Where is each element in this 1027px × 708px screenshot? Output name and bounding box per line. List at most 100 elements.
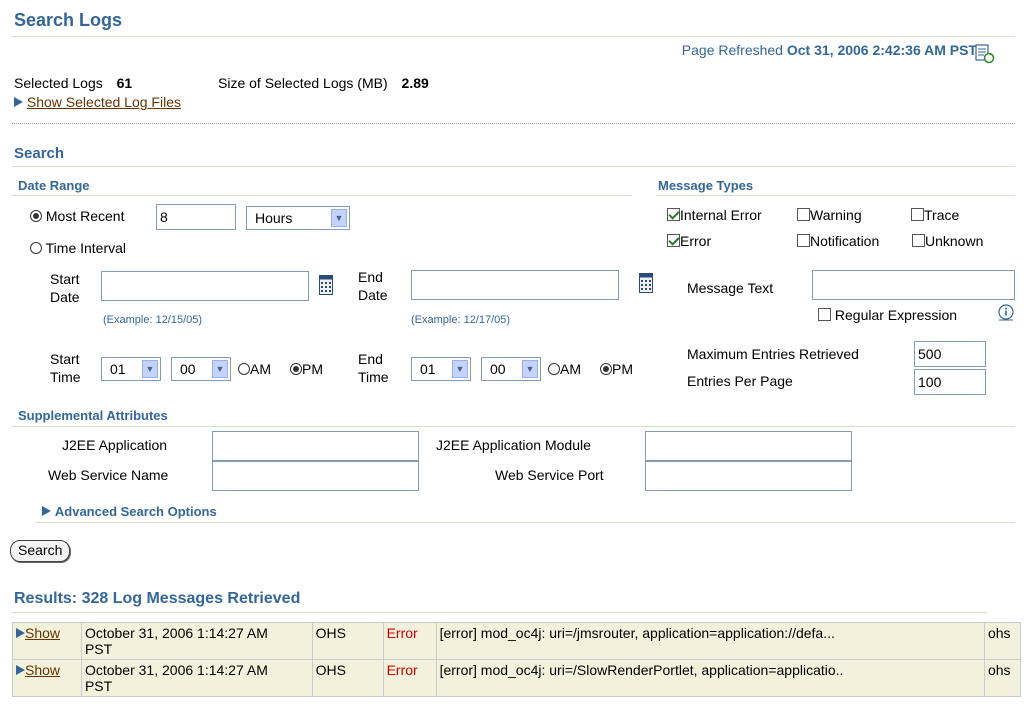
web-service-name-label: Web Service Name [48, 467, 169, 483]
notification-checkbox[interactable] [797, 234, 810, 247]
start-hour-select[interactable]: 01 ▼ [101, 357, 161, 381]
regex-label: Regular Expression [834, 307, 958, 323]
end-date-label: End Date [358, 268, 388, 304]
end-date-input[interactable] [411, 270, 619, 300]
web-service-name-input[interactable] [212, 461, 419, 491]
end-date-label-line1: End [358, 269, 383, 285]
message-text-input[interactable] [812, 270, 1015, 300]
show-selected-log-files-link[interactable]: Show Selected Log Files [27, 94, 181, 110]
end-time-label: End Time [358, 350, 389, 386]
advanced-search-options[interactable]: Advanced Search Options [42, 503, 217, 519]
start-date-example: (Example: 12/15/05) [103, 314, 203, 326]
time-line2: PST [84, 678, 113, 694]
show-link[interactable]: Show [25, 662, 60, 678]
unknown-label: Unknown [925, 233, 984, 249]
regex-checkbox[interactable] [818, 308, 831, 321]
search-button[interactable]: Search [10, 540, 71, 562]
notification-label: Notification [810, 233, 880, 249]
start-date-label: Start Date [50, 270, 80, 306]
size-value: 2.89 [401, 75, 429, 91]
most-recent-input[interactable] [156, 204, 236, 230]
selected-logs-label: Selected Logs [14, 75, 103, 91]
max-entries-input[interactable] [914, 341, 986, 367]
start-am-radio[interactable] [238, 363, 250, 375]
time-line1: October 31, 2006 1:14:27 AM [84, 662, 268, 678]
show-link[interactable]: Show [25, 625, 60, 641]
time-interval-option[interactable]: Time Interval [30, 240, 126, 256]
time-cell: October 31, 2006 1:14:27 AM PST [80, 659, 313, 697]
error-option[interactable]: Error [667, 233, 711, 249]
expand-triangle-icon[interactable] [14, 97, 23, 107]
end-pm-option[interactable]: PM [600, 361, 633, 377]
warning-option[interactable]: Warning [797, 207, 862, 223]
expand-triangle-icon[interactable] [16, 665, 25, 675]
page-title: Search Logs [14, 10, 123, 30]
end-pm-radio[interactable] [600, 363, 612, 375]
end-hour-select[interactable]: 01 ▼ [411, 357, 471, 381]
host-cell: ohs [983, 659, 1022, 697]
end-am-radio[interactable] [548, 363, 560, 375]
chevron-down-icon[interactable]: ▼ [212, 360, 228, 378]
most-recent-radio[interactable] [30, 210, 42, 222]
web-service-port-label: Web Service Port [495, 467, 604, 483]
start-am-label: AM [250, 361, 271, 377]
show-selected-log-files[interactable]: Show Selected Log Files [14, 94, 181, 110]
warning-checkbox[interactable] [797, 208, 810, 221]
chevron-down-icon[interactable]: ▼ [331, 209, 347, 227]
j2ee-application-input[interactable] [212, 431, 419, 461]
start-pm-radio[interactable] [290, 363, 302, 375]
time-unit-select[interactable]: Hours ▼ [246, 206, 350, 230]
trace-checkbox[interactable] [911, 208, 924, 221]
trace-option[interactable]: Trace [911, 207, 959, 223]
notification-option[interactable]: Notification [797, 233, 879, 249]
error-checkbox[interactable] [667, 234, 680, 247]
end-minute-select[interactable]: 00 ▼ [481, 357, 541, 381]
info-icon[interactable] [997, 304, 1015, 322]
calendar-icon[interactable] [639, 273, 653, 293]
show-cell[interactable]: Show [12, 659, 82, 697]
chevron-down-icon[interactable]: ▼ [452, 360, 468, 378]
end-hour-value: 01 [420, 361, 436, 377]
internal-error-option[interactable]: Internal Error [667, 207, 762, 223]
start-pm-option[interactable]: PM [290, 361, 323, 377]
entries-per-page-input[interactable] [914, 369, 986, 395]
start-date-input[interactable] [101, 271, 309, 301]
refresh-icon[interactable] [975, 44, 995, 64]
end-am-option[interactable]: AM [548, 361, 581, 377]
supplemental-attributes-title: Supplemental Attributes [18, 408, 168, 423]
j2ee-application-module-label: J2EE Application Module [436, 437, 591, 453]
start-date-label-line2: Date [50, 289, 80, 305]
warning-label: Warning [810, 207, 862, 223]
results-title: Results: 328 Log Messages Retrieved [14, 590, 301, 607]
message-cell: [error] mod_oc4j: uri=/SlowRenderPortlet… [435, 659, 985, 697]
expand-triangle-icon[interactable] [42, 506, 51, 516]
start-hour-value: 01 [110, 361, 126, 377]
chevron-down-icon[interactable]: ▼ [142, 360, 158, 378]
start-minute-select[interactable]: 00 ▼ [171, 357, 231, 381]
end-pm-label: PM [612, 361, 633, 377]
message-type-cell: Error [382, 659, 437, 697]
chevron-down-icon[interactable]: ▼ [522, 360, 538, 378]
j2ee-application-module-input[interactable] [645, 431, 852, 461]
refresh-label: Page Refreshed [681, 42, 783, 58]
internal-error-checkbox[interactable] [667, 208, 680, 221]
show-cell[interactable]: Show [12, 622, 82, 660]
unknown-option[interactable]: Unknown [912, 233, 983, 249]
expand-triangle-icon[interactable] [16, 628, 25, 638]
refresh-time: Oct 31, 2006 2:42:36 AM PST [786, 42, 977, 58]
most-recent-option[interactable]: Most Recent [30, 208, 124, 224]
trace-label: Trace [924, 207, 960, 223]
start-time-label: Start Time [50, 350, 81, 386]
start-am-option[interactable]: AM [238, 361, 271, 377]
page-refreshed: Page Refreshed Oct 31, 2006 2:42:36 AM P… [682, 42, 977, 58]
web-service-port-input[interactable] [645, 461, 852, 491]
end-date-label-line2: Date [358, 287, 388, 303]
start-time-label-line1: Start [50, 351, 80, 367]
calendar-icon[interactable] [319, 275, 333, 295]
advanced-search-options-label[interactable]: Advanced Search Options [55, 504, 217, 519]
message-text-label: Message Text [687, 280, 774, 296]
unknown-checkbox[interactable] [912, 234, 925, 247]
supplemental-divider [12, 426, 1015, 427]
regex-option[interactable]: Regular Expression [818, 307, 957, 323]
time-interval-radio[interactable] [30, 242, 42, 254]
